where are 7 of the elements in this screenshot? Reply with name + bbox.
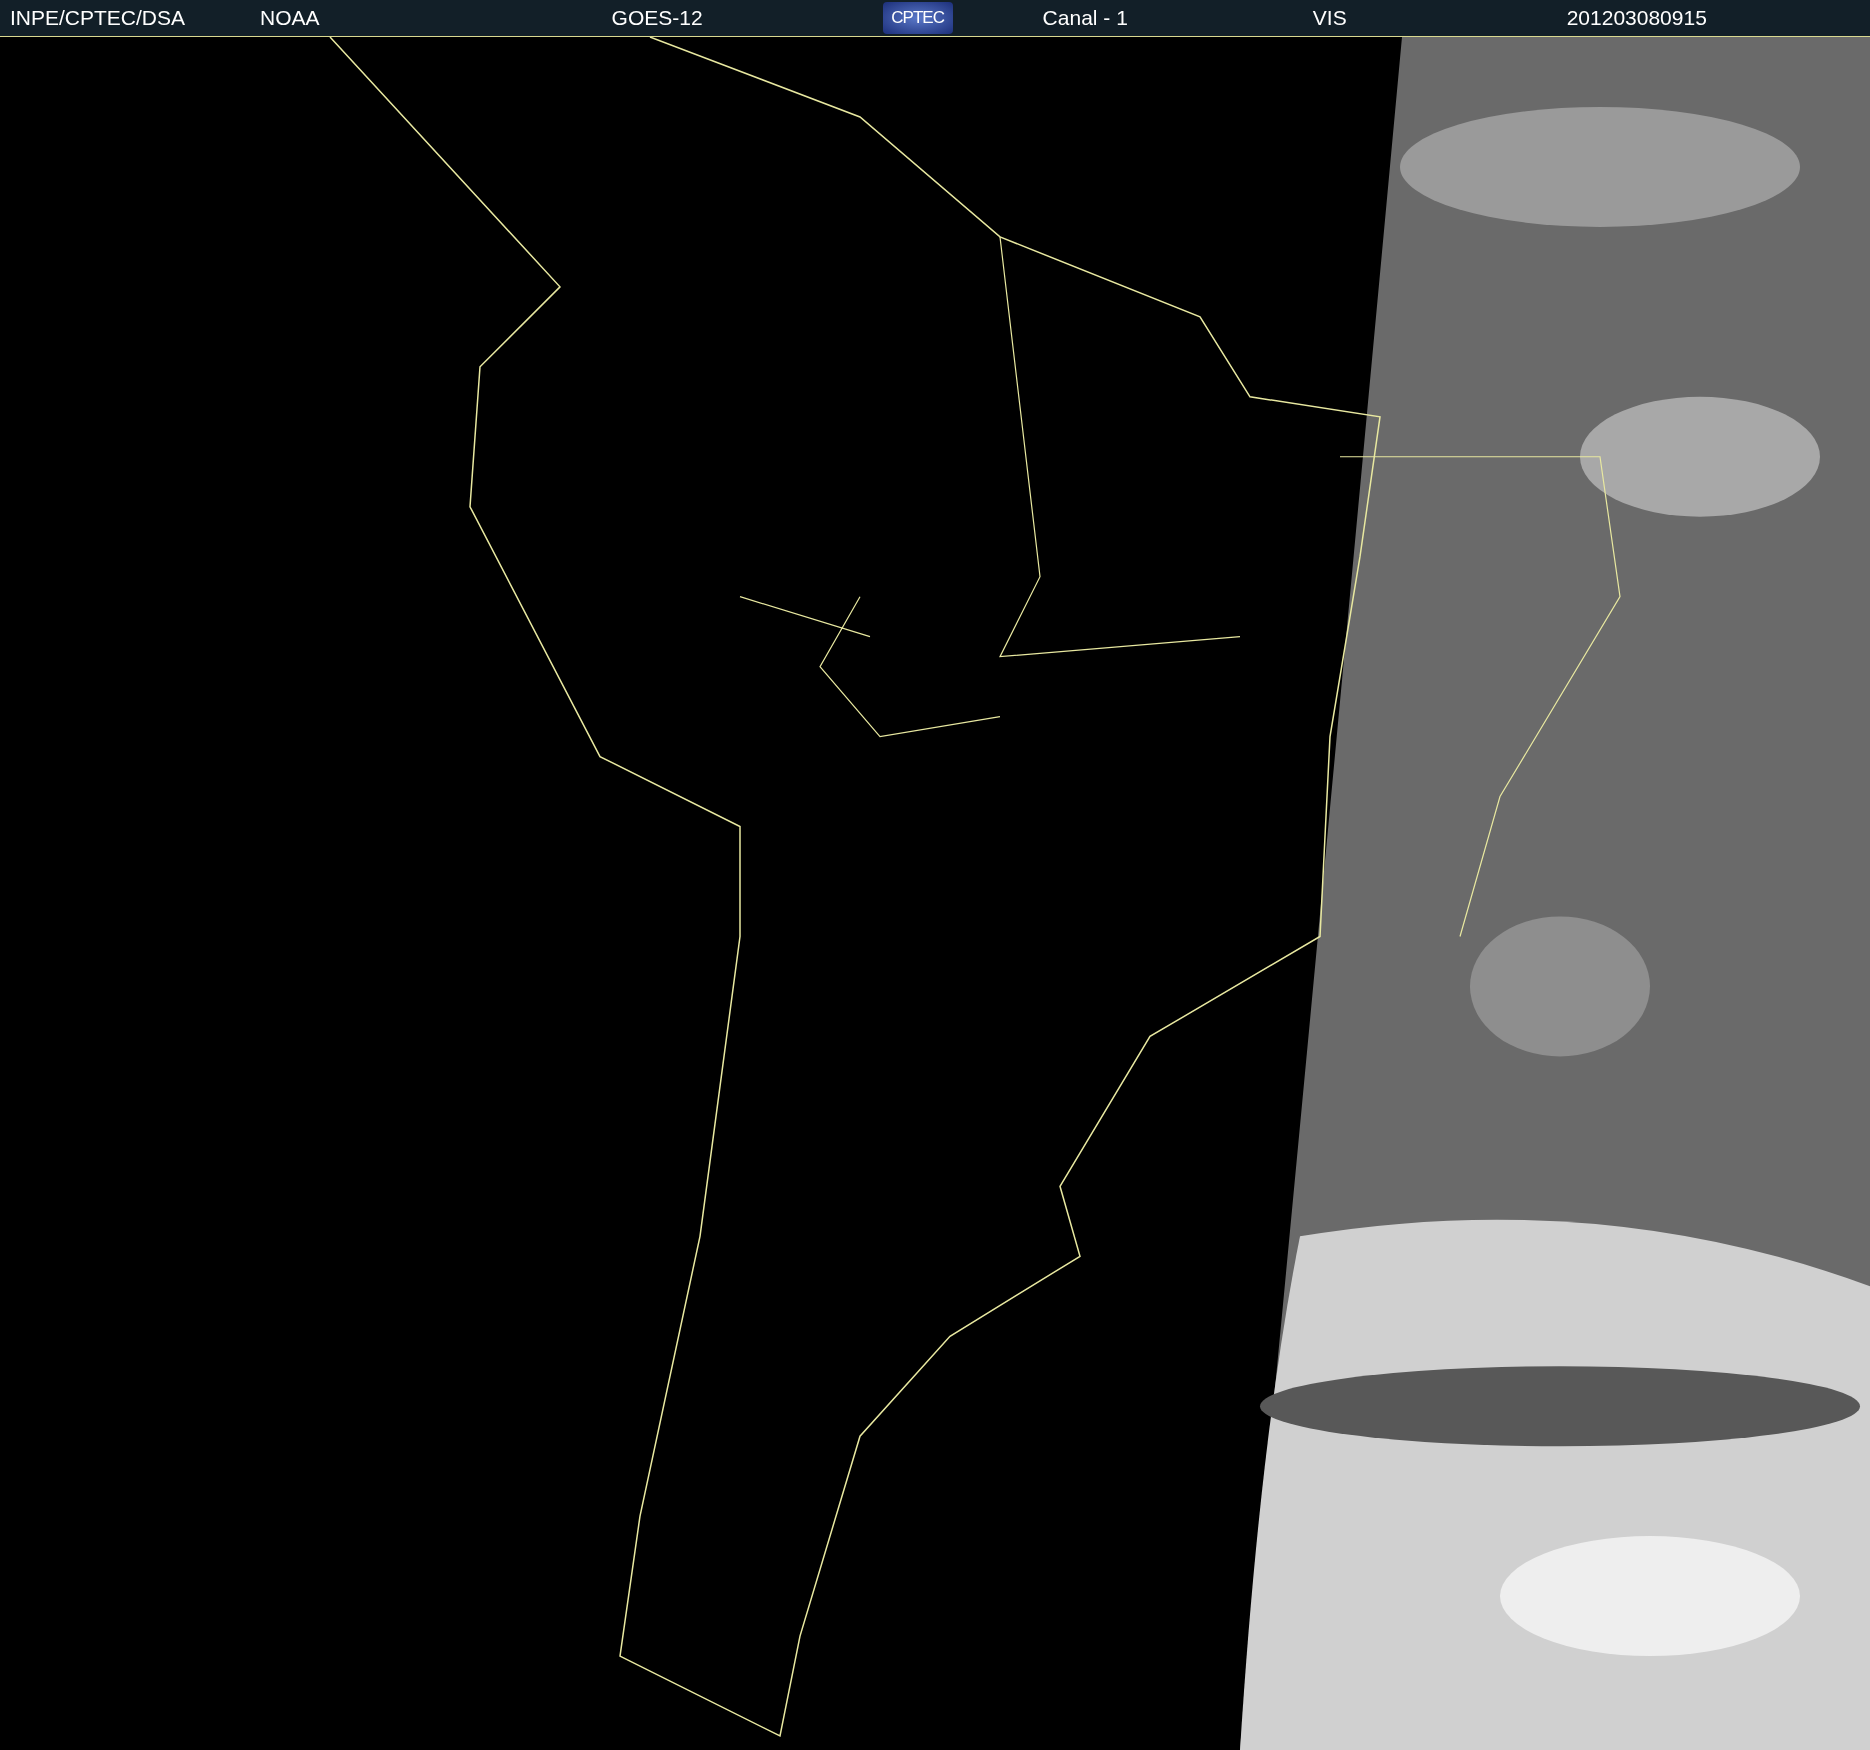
header-label: NOAA (260, 6, 320, 30)
logo: CPTEC (882, 2, 953, 34)
header-label: INPE/CPTEC/DSA (10, 6, 186, 30)
header-label: 201203080915 (1566, 6, 1707, 30)
header-label: GOES-12 (611, 6, 703, 30)
header-label: VIS (1312, 6, 1347, 30)
header-label: Canal - 1 (1042, 6, 1128, 30)
